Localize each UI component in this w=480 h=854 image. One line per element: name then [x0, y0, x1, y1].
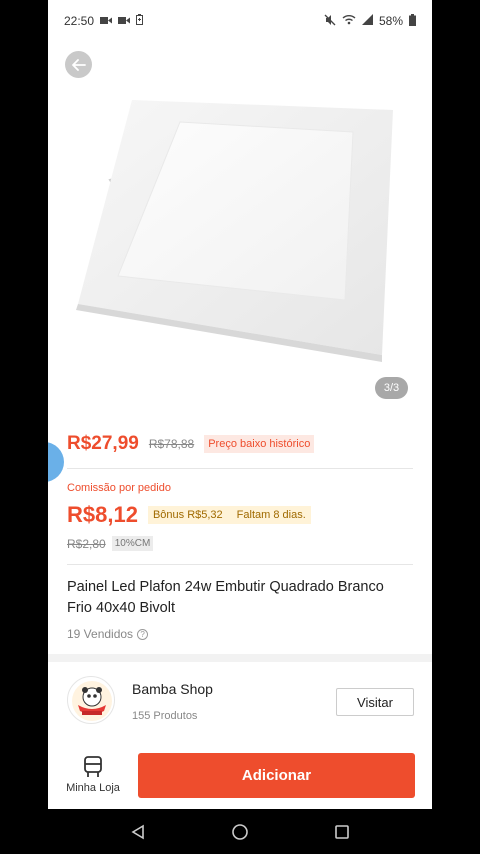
- product-title: Painel Led Plafon 24w Embutir Quadrado B…: [67, 579, 384, 616]
- video-camera-icon: [100, 14, 113, 28]
- sold-count-row: 19 Vendidos ?: [67, 627, 149, 641]
- old-commission-row: R$2,80 10%CM: [67, 536, 154, 551]
- video-camera-icon: [118, 14, 131, 28]
- price-row: R$27,99 R$78,88 Preço baixo histórico: [67, 433, 315, 455]
- add-button[interactable]: Adicionar: [138, 753, 415, 798]
- original-price: R$78,88: [148, 437, 195, 451]
- divider: [67, 564, 413, 565]
- circle-home-icon: [232, 823, 248, 840]
- bonus-text: Bônus R$5,32: [152, 509, 223, 521]
- square-recents-icon: [335, 824, 349, 839]
- status-left: 22:50: [64, 14, 144, 28]
- divider: [67, 468, 413, 469]
- old-commission: R$2,80: [67, 536, 106, 551]
- low-price-badge: Preço baixo histórico: [204, 435, 315, 453]
- mute-icon: [324, 14, 336, 29]
- my-store-button[interactable]: Minha Loja: [62, 756, 124, 794]
- battery-saver-icon: [136, 14, 144, 28]
- current-price: R$27,99: [67, 433, 139, 454]
- product-screen: 22:50 58% 3/3 R$27,99 R$78,88 Preço baix…: [48, 0, 432, 809]
- nav-recents-button[interactable]: [332, 822, 352, 842]
- battery-icon: [409, 13, 416, 29]
- commission-label: Comissão por pedido: [67, 482, 171, 494]
- product-image: [76, 100, 393, 362]
- bonus-badge: Bônus R$5,32 Faltam 8 dias.: [147, 506, 311, 524]
- my-store-label: Minha Loja: [66, 782, 120, 794]
- sold-count: 19 Vendidos: [67, 627, 134, 641]
- image-counter: 3/3: [375, 377, 408, 399]
- bonus-deadline: Faltam 8 dias.: [236, 509, 306, 521]
- back-button[interactable]: [65, 51, 92, 78]
- signal-icon: [361, 14, 373, 28]
- floating-side-tab[interactable]: [48, 442, 64, 482]
- shop-product-count: 155 Produtos: [132, 710, 198, 722]
- status-right: 58%: [324, 13, 416, 29]
- shop-name[interactable]: Bamba Shop: [132, 681, 213, 697]
- visit-shop-button[interactable]: Visitar: [336, 688, 414, 716]
- triangle-back-icon: [131, 824, 144, 839]
- section-separator: [48, 654, 432, 662]
- wifi-icon: [342, 14, 356, 28]
- battery-percent: 58%: [378, 14, 403, 28]
- shop-logo-icon: [72, 681, 112, 721]
- product-image-carousel[interactable]: 3/3: [48, 42, 432, 418]
- status-bar: 22:50 58%: [48, 0, 432, 42]
- nav-back-button[interactable]: [128, 822, 148, 842]
- status-time: 22:50: [64, 14, 95, 28]
- shop-avatar[interactable]: [67, 676, 115, 724]
- nav-home-button[interactable]: [230, 822, 250, 842]
- arrow-left-icon: [71, 58, 86, 71]
- system-nav-bar: [0, 809, 480, 854]
- commission-row: R$8,12 Bônus R$5,32 Faltam 8 dias.: [67, 502, 311, 528]
- bottom-action-bar: Minha Loja Adicionar: [48, 744, 432, 809]
- commission-percent-badge: 10%CM: [111, 536, 154, 551]
- help-icon[interactable]: ?: [137, 628, 149, 640]
- store-icon: [84, 756, 102, 777]
- commission-value: R$8,12: [67, 502, 138, 527]
